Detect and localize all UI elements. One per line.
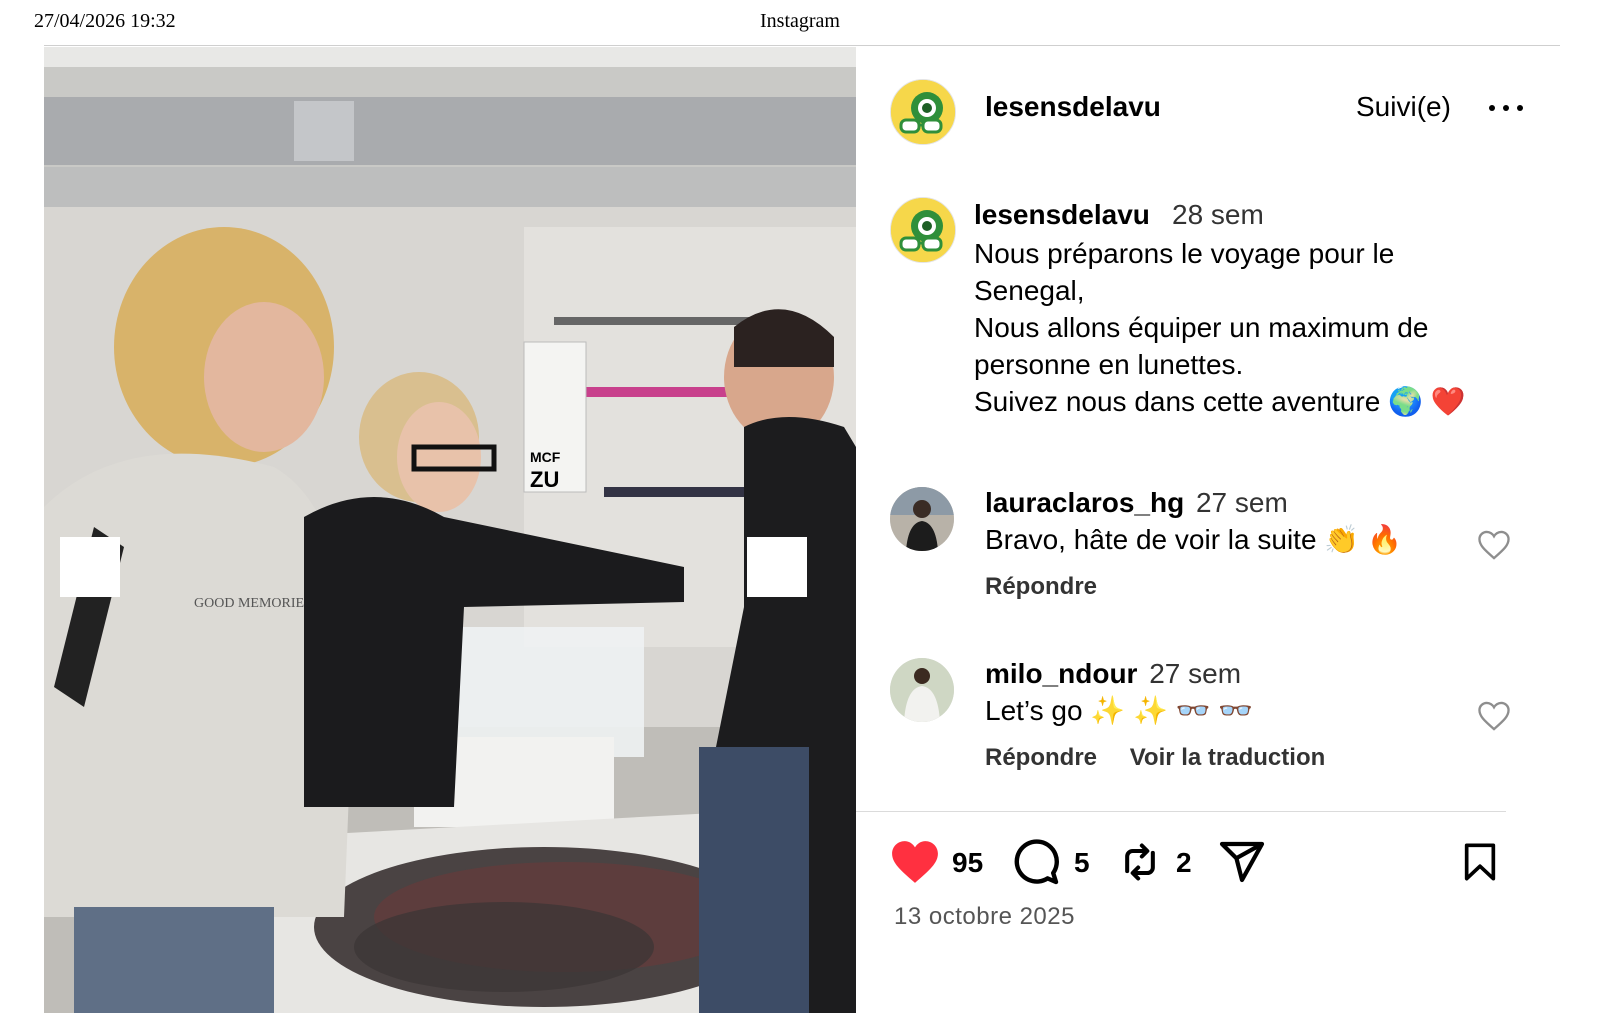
save-bookmark-icon[interactable] bbox=[1460, 837, 1500, 887]
comment-item: milo_ndour 27 sem Let’s go ✨ ✨ 👓 👓 Répon… bbox=[856, 658, 1560, 808]
comment-icon[interactable] bbox=[1012, 837, 1060, 887]
reposts-count[interactable]: 2 bbox=[1176, 847, 1192, 879]
caption-line: personne en lunettes. bbox=[974, 349, 1244, 380]
actions-divider bbox=[856, 811, 1506, 812]
like-comment-heart-icon[interactable] bbox=[1476, 700, 1512, 732]
heart-icon[interactable] bbox=[890, 837, 940, 887]
comments-count[interactable]: 5 bbox=[1074, 847, 1090, 879]
share-send-icon[interactable] bbox=[1218, 837, 1266, 887]
comment-username-text: milo_ndour bbox=[985, 658, 1138, 689]
post-username[interactable]: lesensdelavu bbox=[985, 91, 1161, 123]
user-photo-icon bbox=[890, 487, 954, 551]
comment-text: Let’s go ✨ ✨ 👓 👓 bbox=[985, 695, 1254, 726]
caption-username[interactable]: lesensdelavu bbox=[974, 199, 1150, 231]
like-comment-heart-icon[interactable] bbox=[1476, 529, 1512, 561]
post-side-panel: lesensdelavu Suivi(e) lesensdelavu 28 se… bbox=[856, 47, 1560, 1013]
comment-item: lauraclaros_hg 27 sem Bravo, hâte de voi… bbox=[856, 487, 1560, 637]
sweatshirt-text: GOOD MEMORIES bbox=[194, 596, 312, 611]
following-button[interactable]: Suivi(e) bbox=[1356, 91, 1451, 123]
caption-text: Nous préparons le voyage pour le Senegal… bbox=[974, 235, 1534, 420]
caption-line: Senegal, bbox=[974, 275, 1085, 306]
comment-username[interactable]: lauraclaros_hg 27 sem bbox=[985, 487, 1288, 519]
post-actions-bar: 95 5 2 bbox=[856, 837, 1560, 897]
comment-username-text: lauraclaros_hg bbox=[985, 487, 1185, 518]
comment-time: 27 sem bbox=[1195, 487, 1288, 518]
comment-actions: Répondre Voir la traduction bbox=[985, 744, 1351, 772]
print-header: 27/04/2026 19:32 Instagram bbox=[0, 10, 1600, 36]
caption-line: Suivez nous dans cette aventure 🌍 ❤️ bbox=[974, 386, 1466, 417]
caption-line: Nous allons équiper un maximum de bbox=[974, 312, 1429, 343]
post-photo[interactable]: MCF ZU GOOD MEMORIES bbox=[44, 47, 856, 1013]
post-photo-illustration: MCF ZU GOOD MEMORIES bbox=[44, 47, 856, 1013]
print-title: Instagram bbox=[760, 10, 840, 32]
caption-line: Nous préparons le voyage pour le bbox=[974, 238, 1395, 269]
caption-avatar[interactable] bbox=[890, 197, 956, 263]
eye-chart-line-2: ZU bbox=[530, 467, 559, 492]
comment-time: 27 sem bbox=[1149, 658, 1242, 689]
likes-count[interactable]: 95 bbox=[952, 847, 983, 879]
more-options-icon[interactable] bbox=[1486, 93, 1526, 123]
profile-avatar[interactable] bbox=[890, 79, 956, 145]
user-photo-icon bbox=[890, 658, 954, 722]
comment-actions: Répondre bbox=[985, 573, 1123, 601]
repost-icon[interactable] bbox=[1118, 837, 1162, 887]
reply-button[interactable]: Répondre bbox=[985, 573, 1097, 600]
brand-logo-icon bbox=[891, 198, 955, 262]
commenter-avatar[interactable] bbox=[890, 658, 954, 722]
reply-button[interactable]: Répondre bbox=[985, 744, 1097, 771]
header-rule bbox=[44, 45, 1560, 46]
see-translation-button[interactable]: Voir la traduction bbox=[1130, 744, 1326, 771]
commenter-avatar[interactable] bbox=[890, 487, 954, 551]
eye-chart-line-1: MCF bbox=[530, 449, 561, 465]
post-date: 13 octobre 2025 bbox=[894, 903, 1075, 930]
brand-logo-icon bbox=[891, 80, 955, 144]
caption-time: 28 sem bbox=[1172, 199, 1264, 230]
comment-username[interactable]: milo_ndour 27 sem bbox=[985, 658, 1241, 690]
comment-text: Bravo, hâte de voir la suite 👏 🔥 bbox=[985, 524, 1402, 555]
